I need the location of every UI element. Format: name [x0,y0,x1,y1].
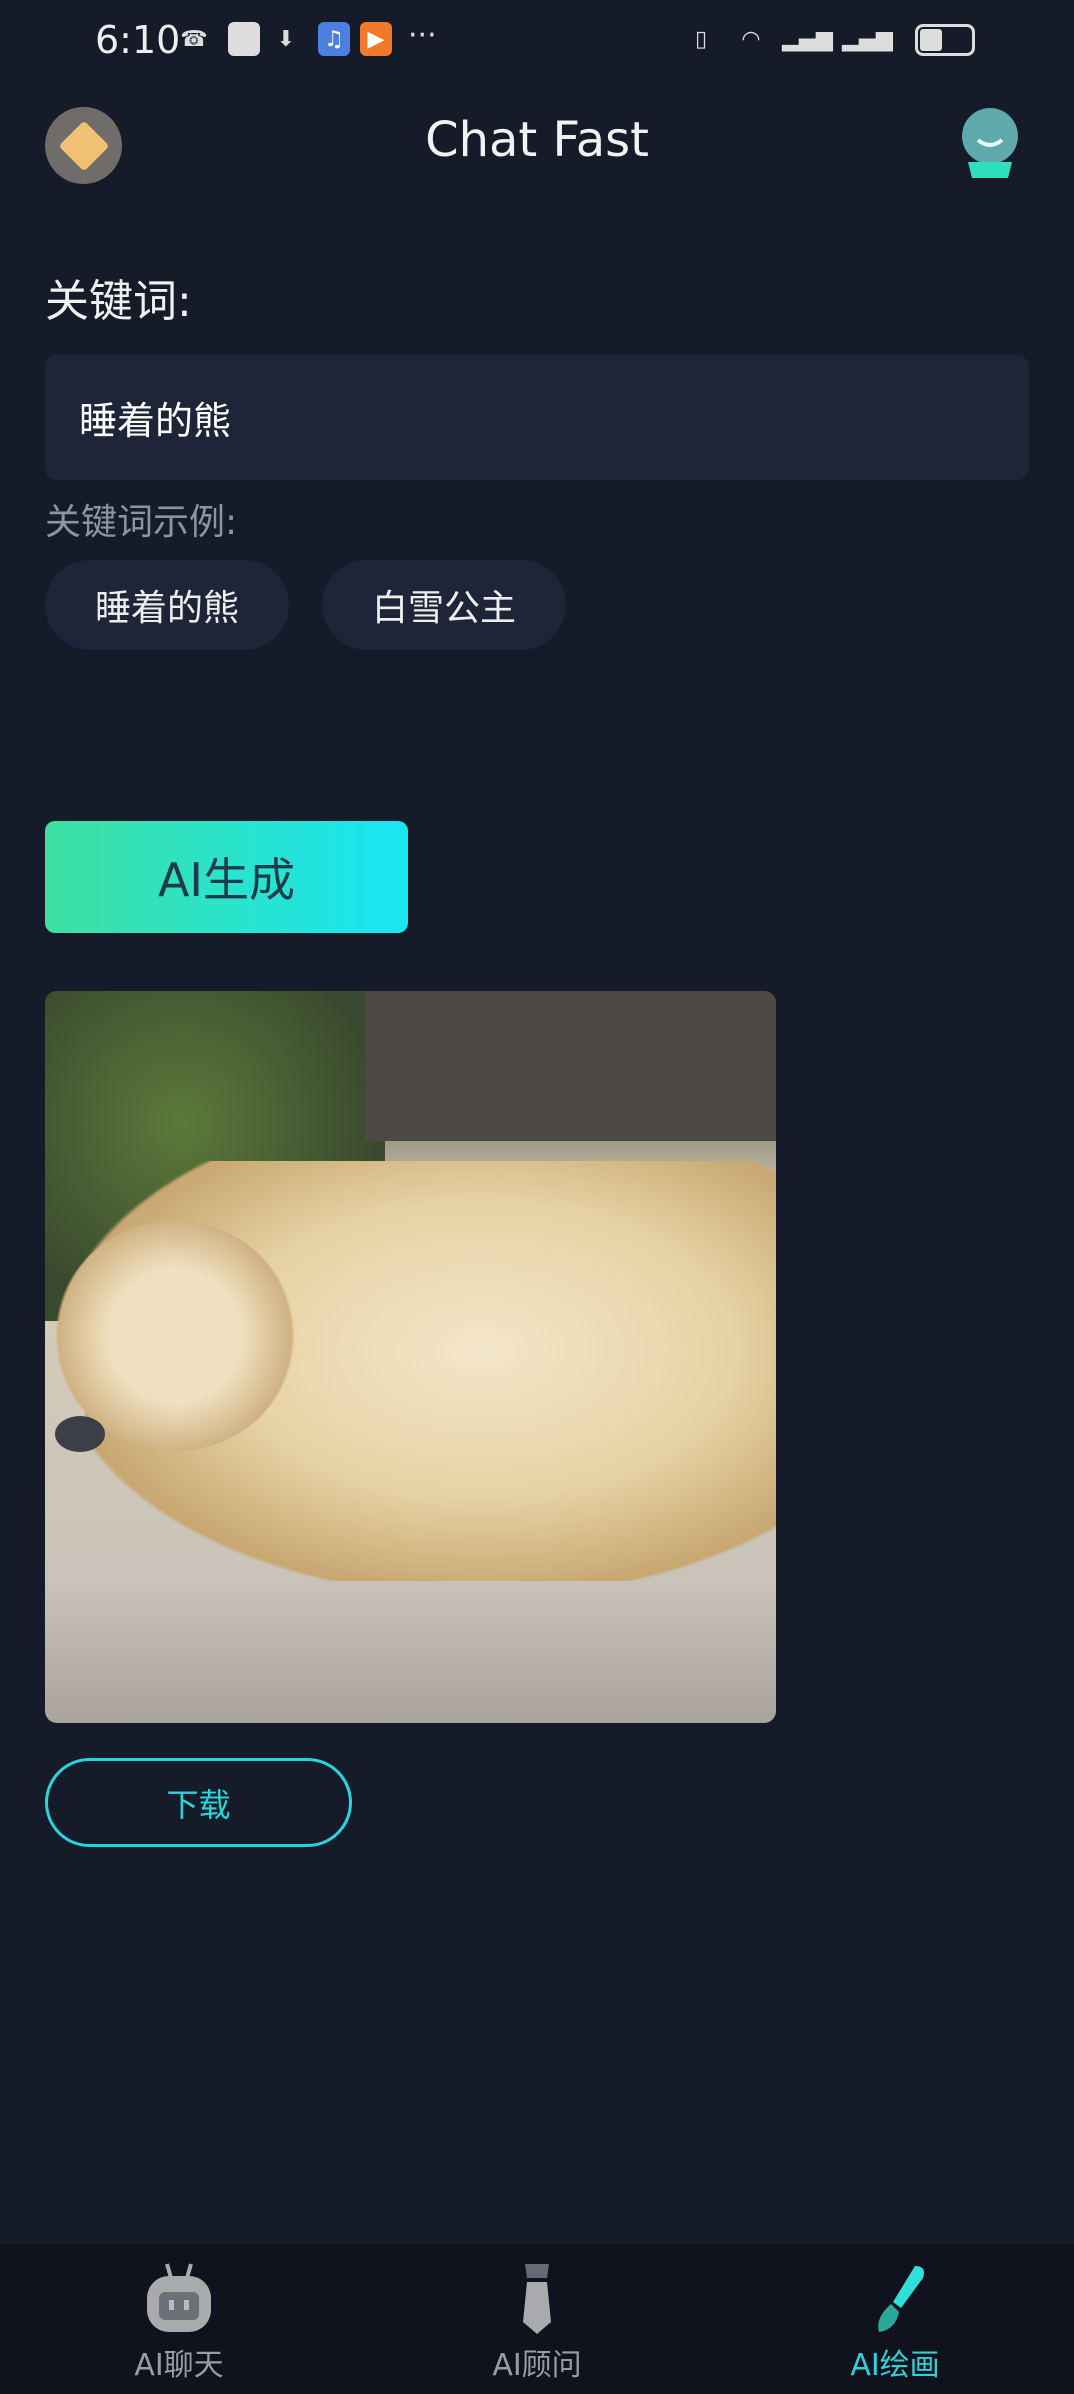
page-title: Chat Fast [425,112,649,168]
wifi-icon: ◠ [741,26,761,52]
bottom-nav: AI聊天 AI顾问 AI绘画 [0,2244,1074,2394]
robot-icon [147,2263,211,2332]
assistant-robot-icon[interactable] [960,106,1020,178]
tab-label: AI顾问 [492,2348,582,2383]
example-chip[interactable]: 睡着的熊 [45,560,289,650]
tab-label: AI绘画 [850,2348,940,2383]
keyword-label: 关键词: [45,276,192,327]
ai-generate-button[interactable]: AI生成 [45,821,408,933]
download-button[interactable]: 下载 [45,1758,352,1847]
paintbrush-icon [878,2266,924,2332]
signal-4g-icon: ▂▄▆ [842,26,893,52]
tab-ai-drawing[interactable]: AI绘画 [716,2244,1074,2394]
generated-image [45,991,776,1723]
download-icon: ⬇ [276,26,296,52]
tie-icon [523,2264,551,2334]
example-chip[interactable]: 白雪公主 [322,560,566,650]
signal-3g-icon: ▂▄▆ [782,26,833,52]
vibrate-icon: ▯ [694,26,708,52]
tab-ai-chat[interactable]: AI聊天 [0,2244,358,2394]
music-app-icon: ♫ [318,22,350,56]
battery-icon [915,24,975,56]
huawei-app-icon [228,22,260,56]
tab-ai-advisor[interactable]: AI顾问 [358,2244,716,2394]
more-notifications: ··· [408,18,437,53]
status-time: 6:10 [95,18,181,62]
video-app-icon: ▶ [360,22,392,56]
examples-label: 关键词示例: [45,502,238,543]
status-bar: 6:10 ☎ ⬇ ♫ ▶ ··· ▯ ◠ ▂▄▆ ▂▄▆ [0,0,1074,80]
missed-call-icon: ☎ [180,26,208,52]
tab-label: AI聊天 [134,2348,224,2383]
keyword-input[interactable] [45,355,1029,480]
